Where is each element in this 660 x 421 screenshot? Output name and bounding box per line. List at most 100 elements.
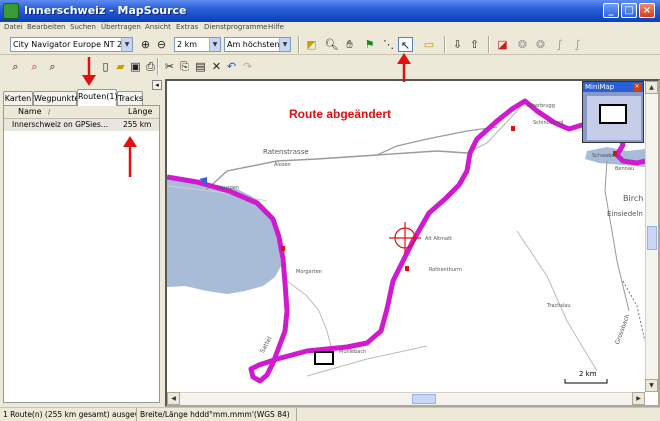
tab-tracks[interactable]: Tracks [117,91,143,105]
scale-label: 2 km [579,370,597,378]
zoom-in-icon[interactable]: ⊕ [138,37,153,52]
tab-routen[interactable]: Routen(1) [77,89,118,106]
zoom-out-icon[interactable]: ⊖ [154,37,169,52]
map-view[interactable]: Route abgeändert Ratenstrasse Alosen Hau… [165,79,660,407]
waypoint-flag-icon[interactable]: ⚑ [362,37,377,52]
road-4 [286,280,333,352]
tab-karten[interactable]: Karten [3,91,33,105]
minimize-button[interactable]: _ [603,3,619,18]
route-point[interactable] [405,266,409,271]
status-bar: 1 Route(n) (255 km gesamt) ausgewählt Br… [0,407,660,421]
scroll-down-icon[interactable]: ▼ [645,379,658,392]
map-label: Hausgen [217,185,240,191]
sort-icon: / [48,108,51,116]
select-area-icon[interactable]: ◩ [304,37,319,52]
close-button[interactable]: × [639,3,655,18]
save-icon[interactable]: ▣ [128,59,143,74]
table-row[interactable]: Innerschweiz on GPSies… 255 km [4,119,159,131]
toolbar-separator [157,58,159,75]
app-icon [3,3,19,19]
find-places-icon[interactable]: ⌕ [27,59,42,74]
panel-collapse-icon[interactable]: ◂ [152,80,162,90]
red-arrow-icon [123,136,137,177]
track-icon[interactable]: ∫ [552,37,567,52]
minimap[interactable]: MiniMap × [582,81,644,143]
menu-datei[interactable]: Datei [4,22,23,33]
minimap-close-icon[interactable]: × [633,83,641,91]
red-arrow-icon [82,57,96,86]
menu-dienstprogramme[interactable]: Dienstprogramme [204,22,267,33]
vertical-scroll-thumb[interactable] [647,226,657,250]
column-header-name[interactable]: Name [18,106,42,118]
vertical-scrollbar[interactable]: ▲ ▼ [645,81,658,392]
print-icon[interactable]: ⎙ [143,59,158,74]
find-address-icon[interactable]: ⌕ [45,59,60,74]
detail-select[interactable]: Am höchsten ▼ [224,37,291,52]
status-coords-format: Breite/Länge hddd°mm.mmm'(WGS 84) [137,408,297,421]
left-panel: ◂ Karten Wegpunkte Routen(1) Tracks Name… [0,79,165,407]
pointer-tool-icon[interactable]: ↖ [398,37,413,52]
map-label: Schwabeli [592,153,618,159]
open-file-icon[interactable]: ▰ [113,59,128,74]
menu-hilfe[interactable]: Hilfe [268,22,284,33]
send-to-device-icon[interactable]: ⇧ [467,37,482,52]
route-tool-icon[interactable]: ⋱ [381,37,396,52]
route-length: 255 km [123,120,152,129]
red-arrow-icon [397,53,411,82]
map-label: Ratenstrasse [263,148,309,156]
rail-line [622,280,645,342]
chevron-down-icon: ▼ [209,38,220,51]
horizontal-scrollbar[interactable]: ◀ ▶ [167,392,645,405]
toolbar-separator [298,36,300,53]
copy-icon[interactable]: ⎘ [177,59,192,74]
track-icon-2[interactable]: ∫ [570,37,585,52]
chevron-down-icon: ▼ [279,38,290,51]
minimap-viewport[interactable] [599,104,627,124]
delete-icon[interactable]: ✕ [209,59,224,74]
zoom-tool-icon[interactable]: 🔍︎ [324,37,339,52]
measure-tool-icon[interactable]: ▭ [420,37,438,52]
map-label: Birch [623,194,644,203]
paste-icon[interactable]: ▤ [193,59,208,74]
zoom-level-select[interactable]: 2 km ▼ [174,37,221,52]
map-label: Schindellegi [533,120,564,126]
title-bar: Innerschweiz - MapSource _ □ × [0,0,660,22]
undo-icon[interactable]: ↶ [224,59,239,74]
menu-uebertragen[interactable]: Übertragen [101,22,141,33]
route-annotation: Route abgeändert [289,107,392,121]
product-select[interactable]: City Navigator Europe NT 2011.4 ▼ [10,37,133,52]
find-icon[interactable]: ⌕ [8,59,23,74]
menu-ansicht[interactable]: Ansicht [145,22,171,33]
maximize-button[interactable]: □ [621,3,637,18]
tab-wegpunkte[interactable]: Wegpunkte [33,91,79,105]
route-point[interactable] [281,246,285,251]
street-icon[interactable]: ❂ [533,37,548,52]
receive-from-device-icon[interactable]: ⇩ [450,37,465,52]
status-selection: 1 Route(n) (255 km gesamt) ausgewählt [0,408,137,421]
minimap-preview[interactable] [587,96,641,140]
menu-bearbeiten[interactable]: Bearbeiten [27,22,65,33]
redo-icon[interactable]: ↷ [240,59,255,74]
scale-bar [564,379,608,384]
hand-tool-icon[interactable]: ✋︎ [342,37,357,52]
menu-suchen[interactable]: Suchen [70,22,96,33]
route-point[interactable] [511,126,515,131]
selection-box[interactable] [314,351,334,365]
column-header-length[interactable]: Länge [128,106,152,118]
menu-extras[interactable]: Extras [176,22,198,33]
zoom-level-value: 2 km [177,40,198,49]
new-file-icon[interactable]: ▯ [98,59,113,74]
map-canvas[interactable] [167,81,645,392]
cut-icon[interactable]: ✂ [162,59,177,74]
status-empty [297,408,660,421]
map-products-icon[interactable]: ◪ [495,37,510,52]
online-tool-icon[interactable]: ❂ [515,37,530,52]
window-title: Innerschweiz - MapSource [24,4,187,17]
route-name: Innerschweiz on GPSies… [12,120,109,129]
scroll-left-icon[interactable]: ◀ [167,392,180,405]
horizontal-scroll-thumb[interactable] [412,394,436,404]
map-label: Mühlebach [339,349,367,355]
scroll-right-icon[interactable]: ▶ [632,392,645,405]
toolbar-separator [488,36,490,53]
scroll-up-icon[interactable]: ▲ [645,81,658,94]
